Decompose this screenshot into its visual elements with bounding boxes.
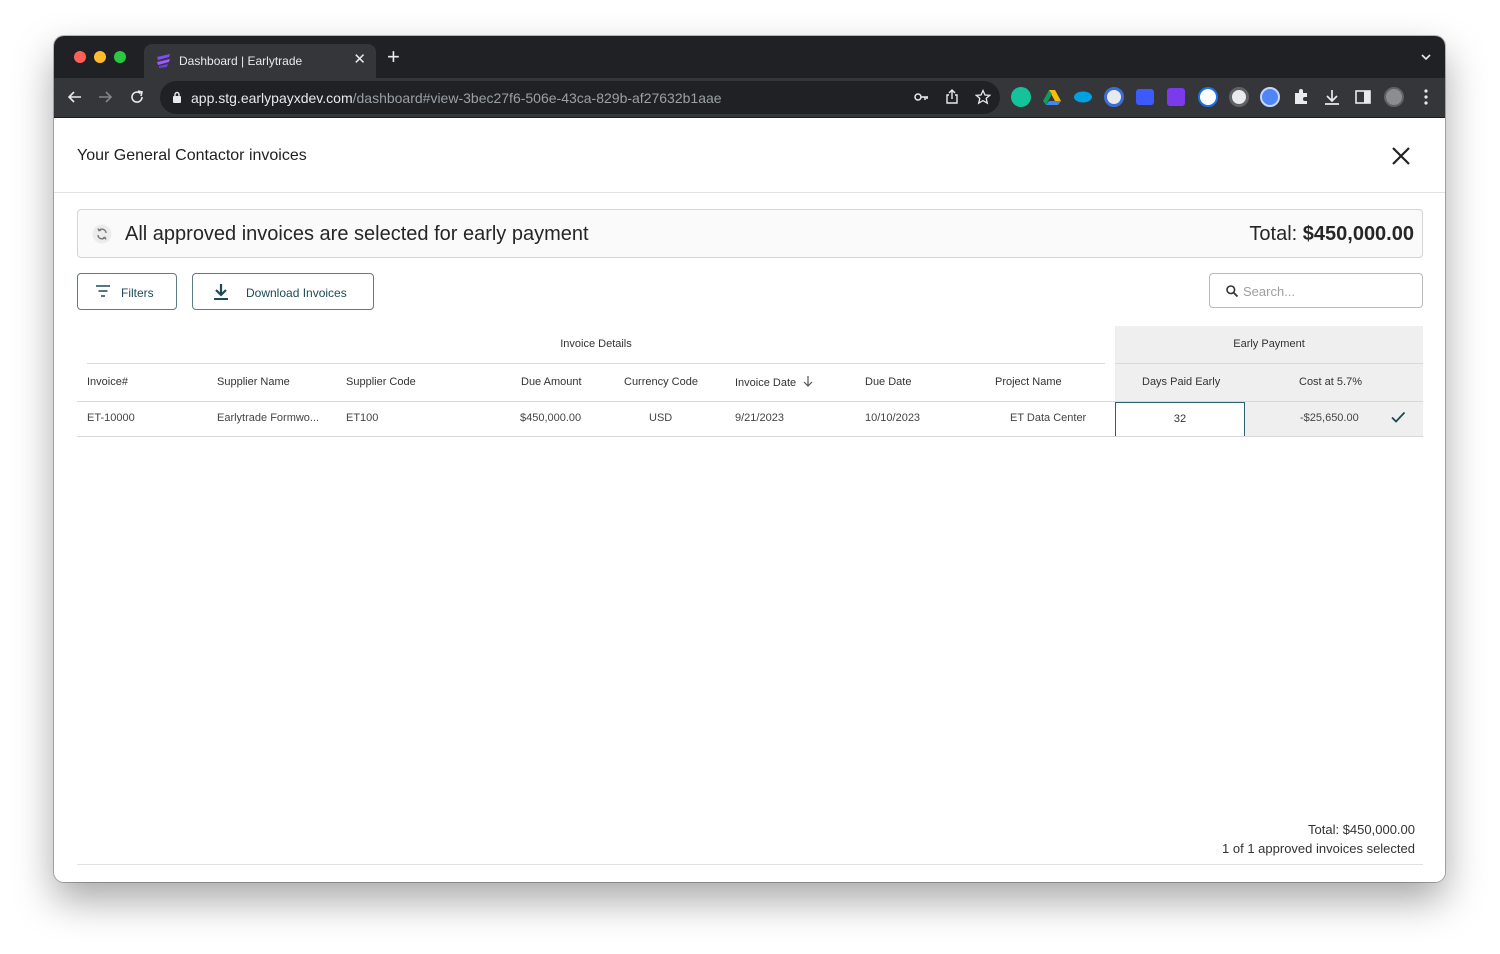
- puzzle-extensions-icon[interactable]: [1291, 87, 1311, 107]
- key-icon[interactable]: [913, 89, 929, 105]
- early-payment-group-header: Early Payment: [1233, 338, 1305, 350]
- column-header-currency-code[interactable]: Currency Code: [624, 376, 698, 388]
- dashboard-extension-icon[interactable]: [1136, 89, 1154, 105]
- earlytrade-logo-icon: [157, 54, 170, 68]
- cell-invoice-date: 9/21/2023: [735, 412, 784, 424]
- selection-banner: All approved invoices are selected for e…: [77, 209, 1423, 258]
- search-box[interactable]: [1209, 273, 1423, 308]
- reload-icon[interactable]: [128, 88, 146, 106]
- sort-descending-arrow-icon[interactable]: [803, 376, 813, 387]
- forward-arrow-icon[interactable]: [96, 88, 114, 106]
- back-arrow-icon[interactable]: [66, 88, 84, 106]
- close-window-button[interactable]: [74, 51, 86, 63]
- download-icon: [214, 284, 228, 300]
- tab-title: Dashboard | Earlytrade: [179, 54, 303, 68]
- early-payment-header-divider: [1115, 363, 1423, 364]
- download-icon[interactable]: [1322, 87, 1342, 107]
- minimize-window-button[interactable]: [94, 51, 106, 63]
- grammarly-extension-icon[interactable]: [1011, 87, 1031, 107]
- column-header-supplier-code[interactable]: Supplier Code: [346, 376, 416, 388]
- column-header-supplier-name[interactable]: Supplier Name: [217, 376, 290, 388]
- footer-selected-count: 1 of 1 approved invoices selected: [1222, 841, 1415, 856]
- banner-total-value: $450,000.00: [1302, 223, 1414, 245]
- cell-invoice-no: ET-10000: [87, 412, 135, 424]
- circle-extension-icon[interactable]: [1260, 87, 1280, 107]
- side-panel-icon[interactable]: [1353, 87, 1373, 107]
- search-icon: [1226, 285, 1238, 297]
- google-drive-extension-icon[interactable]: [1042, 87, 1062, 107]
- clock-extension-icon[interactable]: [1229, 87, 1249, 107]
- column-header-invoice-no[interactable]: Invoice#: [87, 376, 128, 388]
- address-bar[interactable]: app.stg.earlypayxdev.com/dashboard#view-…: [160, 81, 1000, 114]
- invoices-modal: Your General Contactor invoices All appr…: [54, 118, 1445, 882]
- v-extension-icon[interactable]: [1167, 88, 1185, 106]
- column-header-due-amount[interactable]: Due Amount: [521, 376, 582, 388]
- cell-supplier-code: ET100: [346, 412, 379, 424]
- row-divider: [77, 436, 1423, 437]
- banner-total: Total: $450,000.00: [1249, 223, 1414, 245]
- filter-lines-icon: [96, 285, 110, 297]
- tab-search-chevron-icon[interactable]: [1421, 52, 1431, 62]
- maximize-window-button[interactable]: [114, 51, 126, 63]
- invoice-details-group-header: Invoice Details: [560, 338, 632, 350]
- column-header-days-paid-early[interactable]: Days Paid Early: [1142, 376, 1220, 388]
- cell-due-amount: $450,000.00: [520, 412, 582, 424]
- bookmark-star-icon[interactable]: [975, 89, 991, 105]
- modal-title: Your General Contactor invoices: [77, 147, 307, 164]
- new-tab-button[interactable]: +: [387, 46, 400, 68]
- triangle-extension-icon[interactable]: [1198, 87, 1218, 107]
- banner-message: All approved invoices are selected for e…: [125, 223, 589, 245]
- download-invoices-button[interactable]: Download Invoices: [192, 273, 374, 310]
- url-text[interactable]: app.stg.earlypayxdev.com/dashboard#view-…: [191, 90, 722, 106]
- compass-extension-icon[interactable]: [1104, 87, 1124, 107]
- column-header-cost[interactable]: Cost at 5.7%: [1299, 376, 1362, 388]
- group-header-divider: [87, 363, 1105, 364]
- cell-due-date: 10/10/2023: [865, 412, 921, 424]
- search-input[interactable]: [1243, 282, 1413, 300]
- footer-divider: [77, 864, 1423, 865]
- cell-project-name: ET Data Center: [1010, 412, 1087, 424]
- invoice-date-header-label: Invoice Date: [735, 377, 797, 389]
- cell-supplier-name: Earlytrade Formwo...: [217, 412, 320, 424]
- salesforce-extension-icon[interactable]: [1073, 87, 1093, 107]
- header-divider: [54, 192, 1445, 193]
- filters-button[interactable]: Filters: [77, 273, 177, 310]
- tab-close-icon[interactable]: ✕: [353, 51, 366, 69]
- share-icon[interactable]: [944, 89, 960, 105]
- download-invoices-label: Download Invoices: [246, 286, 347, 300]
- column-header-invoice-date[interactable]: Invoice Date: [735, 376, 813, 389]
- lock-icon[interactable]: [172, 91, 182, 104]
- cell-cost: -$25,650.00: [1300, 412, 1359, 424]
- footer-total: Total: $450,000.00: [1308, 822, 1415, 837]
- filters-label: Filters: [121, 286, 154, 300]
- close-icon[interactable]: [1391, 146, 1411, 166]
- tab-bar: Dashboard | Earlytrade ✕ +: [54, 36, 1445, 78]
- days-paid-early-input[interactable]: 32: [1115, 402, 1245, 437]
- browser-window: Dashboard | Earlytrade ✕ + app.stg.early…: [54, 36, 1445, 882]
- column-header-project-name[interactable]: Project Name: [995, 376, 1062, 388]
- profile-avatar[interactable]: [1384, 87, 1404, 107]
- column-header-due-date[interactable]: Due Date: [865, 376, 911, 388]
- sync-icon: [92, 224, 112, 244]
- browser-tab[interactable]: Dashboard | Earlytrade ✕: [144, 44, 376, 78]
- checkmark-icon[interactable]: [1390, 409, 1406, 425]
- cell-currency-code: USD: [649, 412, 673, 424]
- kebab-menu-icon[interactable]: [1416, 87, 1436, 107]
